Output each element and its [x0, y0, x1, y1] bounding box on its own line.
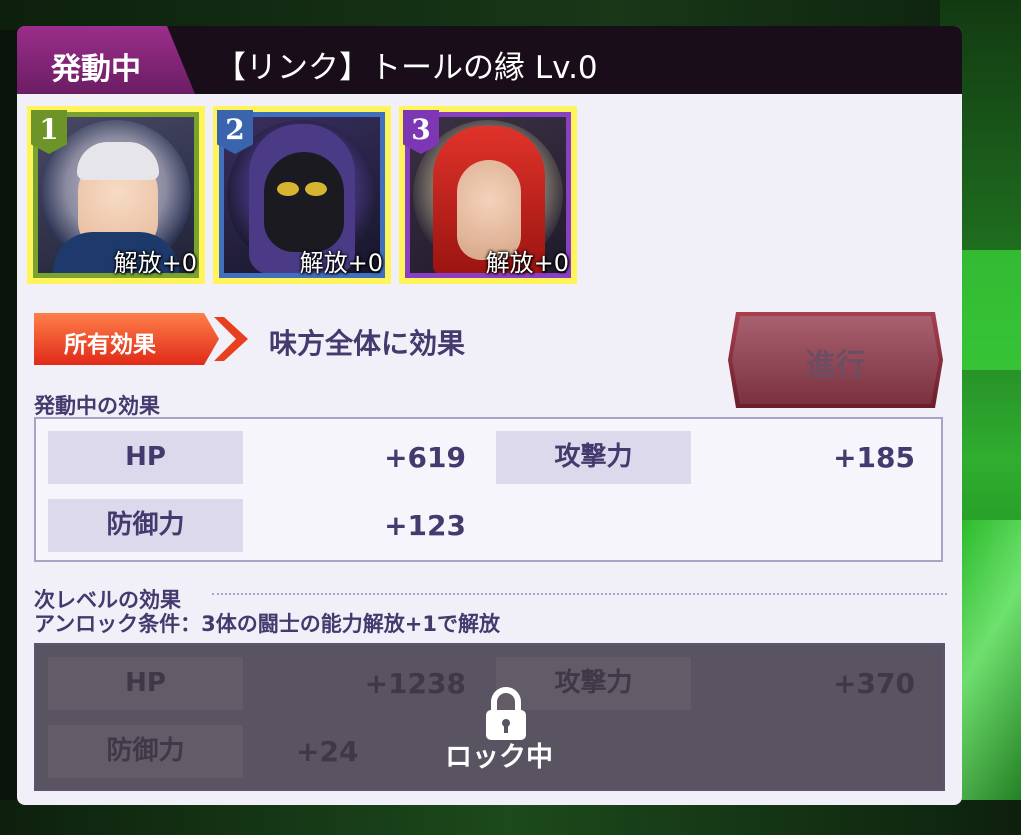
stat-label-defense: 防御力 [48, 725, 243, 778]
release-level: 解放+0 [299, 249, 383, 277]
proceed-button-label: 進行 [805, 348, 866, 383]
active-tab-label: 発動中 [51, 52, 141, 87]
stat-value-hp: +1238 [364, 667, 466, 700]
stat-label-hp: HP [48, 657, 243, 710]
character-card-1[interactable]: 1 解放+0 [27, 106, 205, 284]
link-title: 【リンク】トールの縁 Lv.0 [215, 50, 598, 86]
release-level: 解放+0 [485, 249, 569, 277]
link-effect-panel: 発動中 【リンク】トールの縁 Lv.0 1 解放+0 2 解放+0 3 解放+0… [17, 26, 962, 805]
effect-target-description: 味方全体に効果 [269, 327, 466, 360]
stat-value-hp: +619 [384, 441, 466, 474]
stat-label-defense: 防御力 [48, 499, 243, 552]
chevron-right-icon [214, 317, 248, 361]
character-card-2[interactable]: 2 解放+0 [213, 106, 391, 284]
panel-header: 発動中 【リンク】トールの縁 Lv.0 [17, 26, 962, 94]
locked-label: ロック中 [445, 742, 553, 773]
unlock-condition: アンロック条件：3体の闘士の能力解放+1で解放 [34, 612, 500, 636]
owned-effect-tag: 所有効果 [34, 313, 248, 365]
stat-value-defense: +24 [296, 735, 359, 768]
current-effect-stats: HP +619 攻撃力 +185 防御力 +123 [34, 417, 943, 562]
lock-icon [486, 687, 526, 740]
proceed-button[interactable]: 進行 [728, 312, 943, 408]
stat-value-defense: +123 [384, 509, 466, 542]
stat-value-attack: +370 [833, 667, 915, 700]
release-level: 解放+0 [113, 249, 197, 277]
stat-label-hp: HP [48, 431, 243, 484]
stat-value-attack: +185 [833, 441, 915, 474]
character-card-3[interactable]: 3 解放+0 [399, 106, 577, 284]
current-effect-title: 発動中の効果 [34, 394, 160, 418]
stat-label-attack: 攻撃力 [496, 431, 691, 484]
owned-effect-label: 所有効果 [64, 332, 156, 358]
divider [212, 593, 947, 595]
